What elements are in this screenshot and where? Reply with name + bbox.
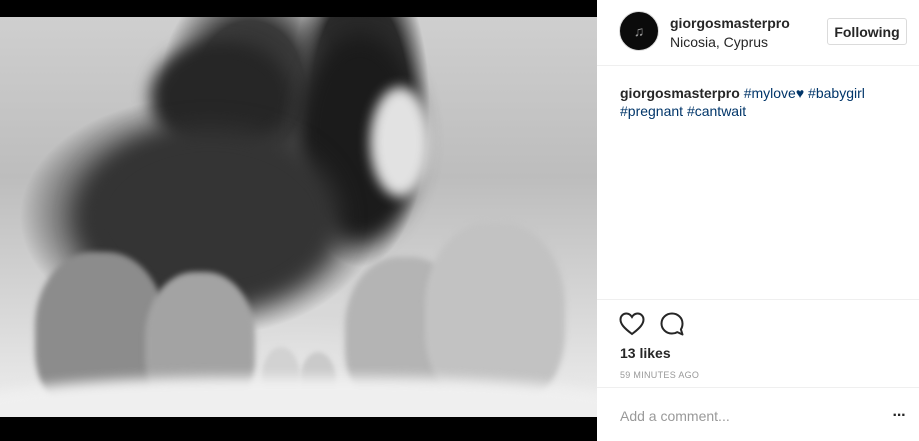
- following-button[interactable]: Following: [827, 18, 907, 45]
- hashtag-link[interactable]: #mylove: [744, 85, 796, 101]
- like-button[interactable]: [618, 310, 646, 338]
- post-location[interactable]: Nicosia, Cyprus: [670, 34, 768, 50]
- comment-input[interactable]: [620, 406, 870, 426]
- comment-icon: [660, 312, 684, 336]
- avatar[interactable]: ♫: [619, 11, 659, 51]
- hashtag-link[interactable]: #babygirl: [808, 85, 865, 101]
- guitar-icon: ♫: [633, 23, 645, 39]
- caption-username[interactable]: giorgosmasterpro: [620, 85, 740, 101]
- post-header: ♫ giorgosmasterpro Nicosia, Cyprus Follo…: [597, 0, 919, 66]
- heart-emoji: ♥: [795, 85, 805, 101]
- hashtag-link[interactable]: #cantwait: [687, 103, 746, 119]
- photo-shape: [0, 377, 597, 417]
- post-caption: giorgosmasterpro #mylove♥ #babygirl #pre…: [620, 84, 900, 120]
- post-details-panel: ♫ giorgosmasterpro Nicosia, Cyprus Follo…: [597, 0, 919, 441]
- heart-icon: [619, 312, 645, 336]
- comment-button[interactable]: [658, 310, 686, 338]
- post-author-username[interactable]: giorgosmasterpro: [670, 15, 790, 31]
- more-options-button[interactable]: ···: [889, 406, 909, 426]
- post-media: [0, 0, 597, 441]
- comment-bar: ···: [597, 387, 919, 441]
- photo-shape: [370, 87, 430, 197]
- hashtag-link[interactable]: #pregnant: [620, 103, 683, 119]
- post-photo[interactable]: [0, 17, 597, 417]
- more-dots-icon: ···: [892, 407, 907, 424]
- post-actions: [597, 299, 919, 336]
- post-timestamp[interactable]: 59 MINUTES AGO: [620, 370, 699, 380]
- like-count[interactable]: 13 likes: [620, 345, 671, 361]
